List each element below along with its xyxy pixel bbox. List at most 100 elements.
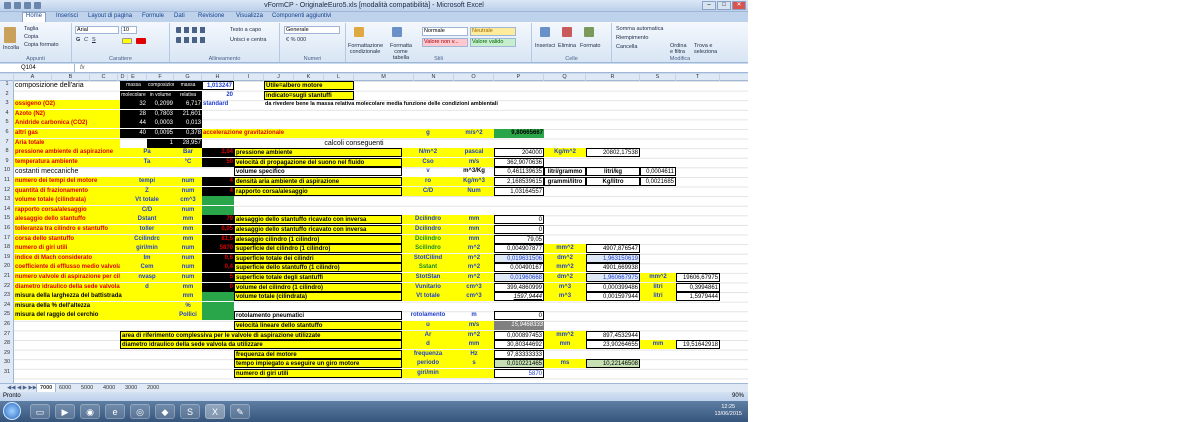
cell[interactable]: 0,2099 <box>147 100 174 110</box>
cell[interactable]: mm^2 <box>544 244 586 254</box>
cell[interactable]: m^2 <box>454 330 494 340</box>
cell[interactable]: rotolamento pneumatici <box>234 311 402 321</box>
wrap-text-button[interactable]: Testo a capo <box>230 27 261 33</box>
cell[interactable]: giri/min <box>402 369 454 378</box>
cell[interactable]: 21,601 <box>174 109 202 119</box>
cell[interactable]: calcoli conseguenti <box>294 139 414 148</box>
align-text-icons[interactable] <box>176 37 206 43</box>
cell[interactable]: mm <box>454 225 494 234</box>
tab-home[interactable]: Home <box>22 12 47 22</box>
cell[interactable]: mm <box>454 215 494 225</box>
paste-icon[interactable] <box>4 27 16 43</box>
cell[interactable]: 1,03164557 <box>494 186 544 196</box>
cell[interactable]: m^2 <box>454 273 494 282</box>
cell[interactable]: 97,83333333 <box>494 349 544 359</box>
cell[interactable]: 23,90264655 <box>586 340 640 350</box>
row-header[interactable]: 5 <box>0 119 14 125</box>
cell[interactable]: velocità di propagazione del suono nel f… <box>234 157 402 167</box>
bold-button[interactable]: G <box>76 37 80 43</box>
col-header[interactable]: Q <box>544 74 586 81</box>
cell[interactable]: C/D <box>402 186 454 196</box>
cell[interactable]: cm^3 <box>454 292 494 302</box>
cell[interactable] <box>454 369 494 378</box>
cell[interactable]: alesaggio cilindro (1 cilindro) <box>234 234 402 244</box>
cell[interactable]: litri <box>640 292 676 302</box>
row-header[interactable]: 2 <box>0 91 14 97</box>
cell[interactable]: massa <box>120 81 147 90</box>
fill-color-icon[interactable] <box>122 38 132 44</box>
cell[interactable]: dm^2 <box>544 253 586 263</box>
cell[interactable]: 0,0004611 <box>640 167 676 177</box>
cell[interactable]: u <box>402 321 454 330</box>
cell[interactable]: N/m^2 <box>402 148 454 158</box>
cell[interactable]: Utile=albero motore <box>264 81 354 90</box>
cell[interactable]: numero di giri utili <box>14 244 120 254</box>
cell[interactable]: rotolamento <box>402 311 454 320</box>
cell[interactable]: Ta <box>120 157 174 167</box>
cell[interactable]: 399,4860999 <box>494 282 544 292</box>
cell[interactable]: 32 <box>120 100 147 110</box>
cell[interactable]: litri/grammo <box>544 167 586 177</box>
col-header[interactable]: N <box>414 74 454 81</box>
cell[interactable]: Kg/m^2 <box>544 148 586 158</box>
cell[interactable]: mm <box>174 234 202 244</box>
cell[interactable]: C/D <box>120 205 174 215</box>
cell[interactable]: 20802,17538 <box>586 148 640 158</box>
col-header[interactable]: H <box>202 74 234 81</box>
cell[interactable]: 0,0095 <box>147 129 174 138</box>
cell[interactable]: num <box>174 177 202 186</box>
cell[interactable]: 0,0021685 <box>640 177 676 186</box>
cell[interactable] <box>202 205 234 215</box>
cell[interactable]: 30,80344692 <box>494 340 544 350</box>
row-header[interactable]: 7 <box>0 139 14 145</box>
cell[interactable]: Bar <box>174 148 202 158</box>
cell[interactable]: composizione <box>147 81 174 90</box>
style-good[interactable]: Valore valido <box>470 38 516 47</box>
row-header[interactable]: 17 <box>0 235 14 241</box>
row-header[interactable]: 10 <box>0 167 14 173</box>
cell[interactable]: 0 <box>494 311 544 321</box>
cell[interactable]: cm^3 <box>174 196 202 206</box>
cell[interactable]: standard <box>202 100 234 109</box>
cell[interactable]: 2,04 <box>202 148 234 158</box>
cell[interactable]: Dstant <box>120 215 174 225</box>
cell[interactable]: misura del raggio del cerchio <box>14 311 174 321</box>
cell[interactable]: mm <box>174 282 202 292</box>
row-header[interactable]: 29 <box>0 350 14 356</box>
col-header[interactable]: O <box>454 74 494 81</box>
cell[interactable]: s <box>454 359 494 369</box>
fx-icon[interactable]: fx <box>80 64 85 73</box>
row-header[interactable]: 6 <box>0 129 14 135</box>
cell[interactable]: 28 <box>120 109 147 119</box>
cell[interactable]: Aria totale <box>14 138 120 148</box>
font-name-select[interactable]: Arial <box>75 26 119 34</box>
cell[interactable]: 79,05 <box>494 234 544 244</box>
autosum-button[interactable]: Somma automatica <box>616 26 663 32</box>
cell[interactable]: in volume <box>147 90 174 100</box>
cell[interactable]: volume totale (cilindrata) <box>234 292 402 302</box>
tab-formule[interactable]: Formule <box>142 13 164 19</box>
cell[interactable]: Ccilindrc <box>120 234 174 244</box>
cell[interactable]: corsa dello stantuffo <box>14 234 120 244</box>
delete-cells-icon[interactable] <box>562 27 572 37</box>
format-cells-icon[interactable] <box>584 27 594 37</box>
col-header[interactable]: P <box>494 74 544 81</box>
cell[interactable]: 4 <box>202 177 234 186</box>
cell[interactable]: 5870 <box>494 369 544 378</box>
cell[interactable]: tempo impiegato a eseguire un giro motor… <box>234 359 402 369</box>
cell[interactable]: numero di giri utili <box>234 369 402 378</box>
cell[interactable]: 20 <box>202 91 234 100</box>
cell[interactable]: mm^2 <box>544 330 586 340</box>
cell[interactable]: tempi <box>120 177 174 186</box>
conditional-format-icon[interactable] <box>354 27 364 37</box>
style-bad[interactable]: Valore non v... <box>422 38 468 47</box>
cell[interactable]: 1,5979444 <box>676 292 720 302</box>
row-header[interactable]: 3 <box>0 100 14 106</box>
chrome-icon[interactable]: ◎ <box>130 404 150 419</box>
cell[interactable]: misura della % dell'altezza <box>14 301 174 311</box>
fill-button[interactable]: Riempimento <box>616 35 648 41</box>
cell[interactable]: pressione ambiente <box>234 148 402 158</box>
cell[interactable]: Cso <box>402 157 454 167</box>
excel-taskbar-icon[interactable]: X <box>205 404 225 419</box>
cell[interactable]: ossigeno (O2) <box>14 100 120 110</box>
